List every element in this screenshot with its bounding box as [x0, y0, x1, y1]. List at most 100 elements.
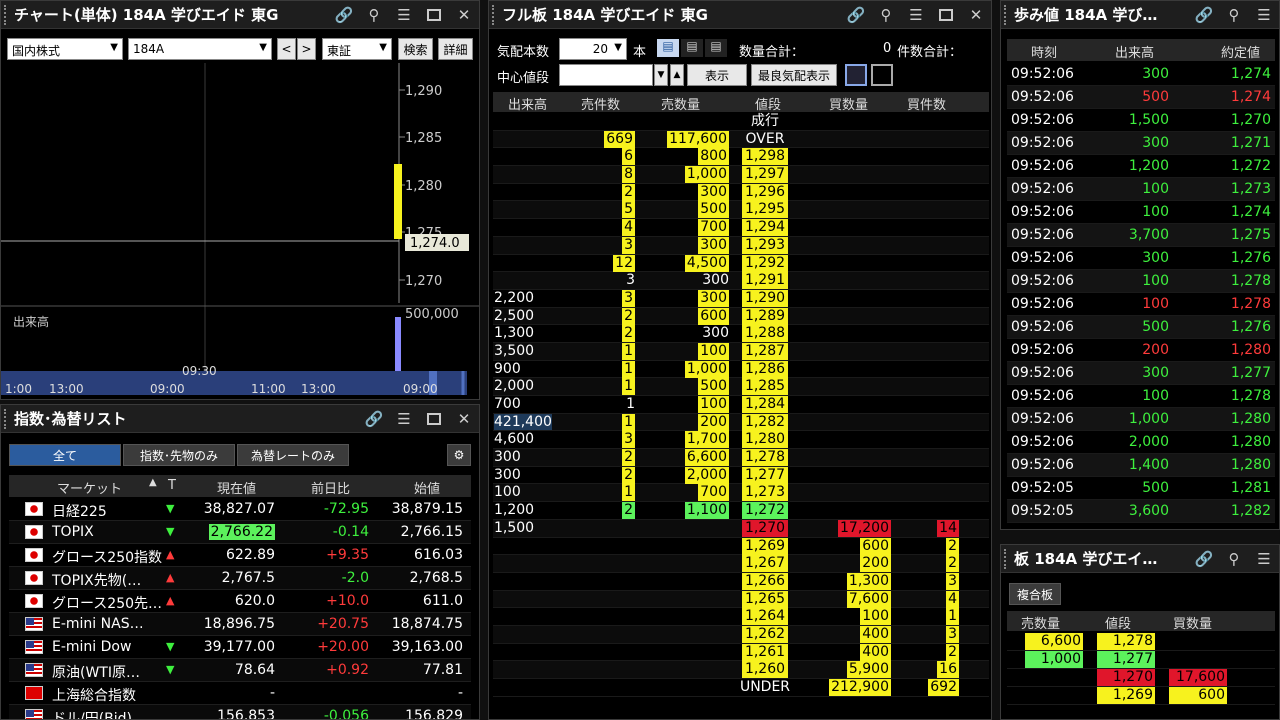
- tick-row[interactable]: 09:52:06 1,000 1,280: [1007, 408, 1275, 431]
- search-icon[interactable]: ⚲: [1219, 545, 1249, 573]
- board-row[interactable]: 700 1 100 1,284: [493, 396, 989, 414]
- board-row[interactable]: 1,265 7,600 4: [493, 590, 989, 609]
- settings-gear-icon[interactable]: ⚙: [447, 444, 471, 466]
- link-icon[interactable]: 🔗: [359, 405, 389, 433]
- header-volume[interactable]: 出来高: [508, 94, 547, 113]
- board-row[interactable]: 8 1,000 1,297: [493, 166, 989, 184]
- ticks-titlebar[interactable]: 歩み値 184A 学び… 🔗 ⚲ ☰: [1001, 1, 1279, 29]
- header-price[interactable]: 値段: [1105, 613, 1131, 632]
- board-row[interactable]: 1,200 2 1,100 1,272: [493, 502, 989, 520]
- search-icon[interactable]: ⚲: [871, 1, 901, 29]
- menu-icon[interactable]: ☰: [1249, 1, 1279, 29]
- board-row[interactable]: 成行: [493, 113, 989, 131]
- tick-row[interactable]: 09:52:06 2,000 1,280: [1007, 431, 1275, 454]
- table-row[interactable]: グロース250先… ▲ 620.0 +10.0 611.0: [9, 590, 471, 613]
- quote-count-select[interactable]: 20 ▼: [559, 38, 627, 60]
- tick-row[interactable]: 09:52:06 300 1,277: [1007, 362, 1275, 385]
- board-row[interactable]: 5 500 1,295: [493, 201, 989, 220]
- mini-board-row[interactable]: 1,269 600: [1007, 687, 1275, 705]
- single-view-icon[interactable]: [845, 64, 867, 86]
- link-icon[interactable]: 🔗: [329, 1, 359, 29]
- board-row[interactable]: 1,266 1,300 3: [493, 572, 989, 591]
- next-button[interactable]: >: [297, 38, 316, 60]
- header-price[interactable]: 値段: [755, 94, 781, 113]
- center-price-input[interactable]: [559, 64, 653, 86]
- search-icon[interactable]: ⚲: [1219, 1, 1249, 29]
- table-row[interactable]: ドル/円(Bid) 156.853 -0.056 156.829: [9, 705, 471, 719]
- price-chart[interactable]: 1,290 1,285 1,280 1,275 1,270 1,274.0 出来…: [1, 63, 479, 399]
- maximize-icon[interactable]: [419, 1, 449, 29]
- header-sell-qty[interactable]: 売数量: [1021, 613, 1060, 632]
- table-row[interactable]: E-mini Dow ▼ 39,177.00 +20.00 39,163.00: [9, 636, 471, 659]
- header-sell-qty[interactable]: 売数量: [661, 94, 700, 113]
- tick-row[interactable]: 09:52:06 1,500 1,270: [1007, 109, 1275, 132]
- board-row[interactable]: 12 4,500 1,292: [493, 254, 989, 273]
- board-row[interactable]: 1,264 100 1: [493, 608, 989, 626]
- board-row[interactable]: 300 2 6,600 1,278: [493, 449, 989, 467]
- board-row[interactable]: 2,000 1 500 1,285: [493, 378, 989, 396]
- tick-row[interactable]: 09:52:06 100 1,278: [1007, 385, 1275, 408]
- tick-row[interactable]: 09:52:06 3,700 1,275: [1007, 224, 1275, 247]
- board-row[interactable]: 300 2 2,000 1,277: [493, 466, 989, 485]
- index-titlebar[interactable]: 指数･為替リスト 🔗 ☰ ✕: [1, 405, 479, 433]
- tick-row[interactable]: 09:52:06 100 1,274: [1007, 201, 1275, 224]
- close-icon[interactable]: ✕: [449, 405, 479, 433]
- chart-titlebar[interactable]: チャート(単体) 184A 学びエイド 東G 🔗 ⚲ ☰ ✕: [1, 1, 479, 29]
- menu-icon[interactable]: ☰: [1249, 545, 1279, 573]
- header-market[interactable]: マーケット: [57, 478, 122, 497]
- search-button[interactable]: 検索: [398, 38, 433, 60]
- board-row[interactable]: 2 300 1,296: [493, 183, 989, 202]
- board-row[interactable]: 4,600 3 1,700 1,280: [493, 431, 989, 450]
- board-row[interactable]: 2,200 3 300 1,290: [493, 289, 989, 308]
- board-row[interactable]: 421,400 1 200 1,282: [493, 413, 989, 432]
- menu-icon[interactable]: ☰: [389, 405, 419, 433]
- tick-row[interactable]: 09:52:06 300 1,274: [1007, 63, 1275, 86]
- table-row[interactable]: 原油(WTI原… ▼ 78.64 +0.92 77.81: [9, 659, 471, 682]
- center-up-button[interactable]: ▲: [670, 64, 684, 86]
- table-row[interactable]: TOPIX先物(… ▲ 2,767.5 -2.0 2,768.5: [9, 567, 471, 590]
- header-open[interactable]: 始値: [414, 478, 440, 497]
- layout-1-icon[interactable]: ▤: [657, 39, 679, 57]
- board-row[interactable]: 1,260 5,900 16: [493, 661, 989, 679]
- best-quote-button[interactable]: 最良気配表示: [751, 64, 837, 86]
- header-price[interactable]: 約定値: [1221, 42, 1260, 61]
- maximize-icon[interactable]: [931, 1, 961, 29]
- tick-row[interactable]: 09:52:06 300 1,276: [1007, 247, 1275, 270]
- mini-board-titlebar[interactable]: 板 184A 学びエイ… 🔗 ⚲ ☰: [1001, 545, 1279, 573]
- exchange-select[interactable]: 東証 ▼: [322, 38, 392, 60]
- tab-composite-board[interactable]: 複合板: [1009, 583, 1061, 605]
- tick-row[interactable]: 09:52:06 500 1,274: [1007, 86, 1275, 109]
- tick-row[interactable]: 09:52:06 1,200 1,272: [1007, 155, 1275, 178]
- maximize-icon[interactable]: [419, 405, 449, 433]
- link-icon[interactable]: 🔗: [1189, 1, 1219, 29]
- header-sell-count[interactable]: 売件数: [581, 94, 620, 113]
- table-row[interactable]: E-mini NAS… 18,896.75 +20.75 18,874.75: [9, 613, 471, 636]
- board-row[interactable]: UNDER 212,900 692: [493, 679, 989, 697]
- search-icon[interactable]: ⚲: [359, 1, 389, 29]
- tab-fx[interactable]: 為替レートのみ: [237, 444, 349, 466]
- prev-button[interactable]: <: [277, 38, 296, 60]
- board-row[interactable]: 1,262 400 3: [493, 625, 989, 644]
- tick-row[interactable]: 09:52:06 500 1,276: [1007, 316, 1275, 339]
- board-row[interactable]: 1,269 600 2: [493, 537, 989, 556]
- header-change[interactable]: 前日比: [311, 478, 350, 497]
- board-row[interactable]: 3 300 1,291: [493, 272, 989, 290]
- layout-icons[interactable]: ▤ ▤ ▤: [657, 39, 729, 59]
- header-buy-qty[interactable]: 買数量: [829, 94, 868, 113]
- display-button[interactable]: 表示: [687, 64, 747, 86]
- link-icon[interactable]: 🔗: [841, 1, 871, 29]
- code-input[interactable]: 184A ▼: [128, 38, 272, 60]
- tick-row[interactable]: 09:52:05 3,600 1,282: [1007, 500, 1275, 523]
- board-row[interactable]: 1,267 200 2: [493, 555, 989, 573]
- detail-button[interactable]: 詳細: [438, 38, 473, 60]
- split-view-icon[interactable]: [871, 64, 893, 86]
- mini-board-row[interactable]: 1,270 17,600: [1007, 669, 1275, 687]
- mini-board-row[interactable]: 6,600 1,278: [1007, 633, 1275, 651]
- close-icon[interactable]: ✕: [449, 1, 479, 29]
- board-row[interactable]: 6 800 1,298: [493, 148, 989, 167]
- table-row[interactable]: グロース250指数 ▲ 622.89 +9.35 616.03: [9, 544, 471, 567]
- board-row[interactable]: 3 300 1,293: [493, 236, 989, 255]
- table-row[interactable]: 日経225 ▼ 38,827.07 -72.95 38,879.15: [9, 498, 471, 521]
- board-row[interactable]: 2,500 2 600 1,289: [493, 307, 989, 326]
- header-current[interactable]: 現在値: [217, 478, 256, 497]
